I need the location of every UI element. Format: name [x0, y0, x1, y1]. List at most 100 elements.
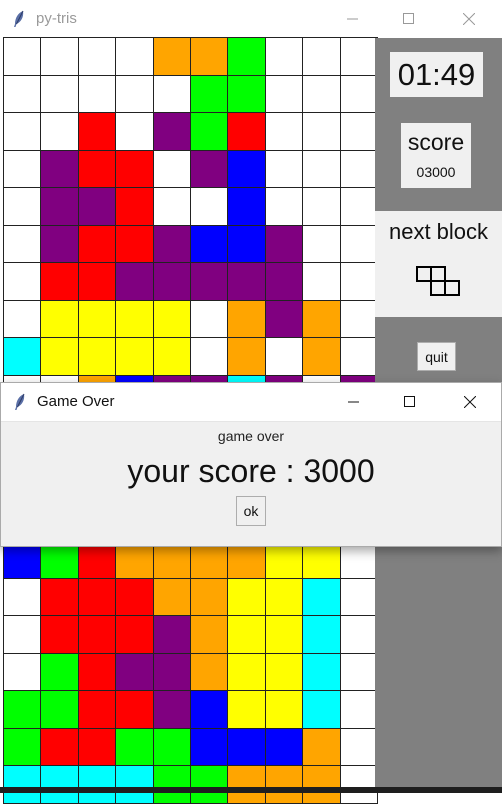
score-value: 03000	[416, 164, 456, 180]
board-cell	[339, 765, 378, 804]
board-cell	[152, 577, 191, 616]
board-cell	[3, 615, 42, 654]
board-cell	[227, 690, 266, 729]
board-cell	[264, 262, 304, 301]
board-cell	[339, 652, 378, 691]
board-cell	[3, 337, 42, 376]
board-cell	[115, 652, 154, 691]
dialog-close-button[interactable]	[447, 383, 493, 421]
board-cell	[190, 690, 229, 729]
board-cell	[77, 690, 117, 729]
board-cell	[77, 262, 117, 301]
board-cell	[302, 262, 341, 301]
board-cell	[302, 37, 341, 76]
board-cell	[227, 112, 266, 151]
next-block-label: next block	[388, 219, 489, 244]
board-cell	[152, 337, 191, 376]
board-cell	[339, 615, 378, 654]
board-cell	[339, 262, 378, 301]
board-cell	[152, 37, 191, 76]
board-cell	[339, 224, 378, 263]
game-over-dialog: Game Over game over your score : 3000 ok	[0, 382, 502, 547]
maximize-icon	[403, 13, 414, 24]
minimize-button[interactable]	[330, 0, 376, 38]
board-cell	[302, 615, 341, 654]
board-cell	[190, 765, 229, 804]
next-block-preview-icon	[416, 266, 460, 296]
window-bottom-edge	[0, 787, 502, 793]
board-cell	[264, 187, 304, 226]
minimize-icon	[348, 401, 359, 403]
board-cell	[302, 727, 341, 766]
board-cell	[190, 112, 229, 151]
board-cell	[302, 74, 341, 113]
board-cell	[3, 765, 42, 804]
board-cell	[190, 337, 229, 376]
board-cell	[302, 224, 341, 263]
board-cell	[40, 74, 79, 113]
board-cell	[190, 37, 229, 76]
board-cell	[339, 299, 378, 338]
board-cell	[302, 337, 341, 376]
close-button[interactable]	[446, 0, 492, 38]
window-title: py-tris	[36, 10, 77, 27]
board-cell	[40, 765, 79, 804]
ok-button[interactable]: ok	[236, 496, 266, 526]
board-cell	[190, 224, 229, 263]
board-cell	[3, 690, 42, 729]
board-cell	[227, 652, 266, 691]
board-cell	[115, 112, 154, 151]
board-cell	[190, 262, 229, 301]
dialog-maximize-button[interactable]	[387, 383, 433, 421]
board-cell	[77, 765, 117, 804]
feather-icon	[15, 393, 25, 410]
board-cell	[152, 187, 191, 226]
board-cell	[190, 615, 229, 654]
board-cell	[227, 149, 266, 188]
board-cell	[77, 299, 117, 338]
next-block-panel: next block	[375, 211, 502, 317]
board-cell	[40, 112, 79, 151]
board-cell	[77, 615, 117, 654]
board-cell	[302, 765, 341, 804]
board-cell	[115, 187, 154, 226]
board-cell	[339, 690, 378, 729]
board-cell	[152, 615, 191, 654]
board-cell	[40, 262, 79, 301]
board-cell	[227, 299, 266, 338]
board-cell	[3, 727, 42, 766]
board-cell	[190, 299, 229, 338]
board-cell	[77, 224, 117, 263]
board-cell	[115, 224, 154, 263]
board-cell	[77, 74, 117, 113]
dialog-minimize-button[interactable]	[331, 383, 377, 421]
board-cell	[3, 299, 42, 338]
board-cell	[227, 74, 266, 113]
board-cell	[339, 112, 378, 151]
board-cell	[227, 615, 266, 654]
board-cell	[339, 74, 378, 113]
feather-icon	[14, 10, 24, 27]
board-cell	[339, 727, 378, 766]
quit-button[interactable]: quit	[417, 342, 456, 371]
board-cell	[264, 37, 304, 76]
board-cell	[152, 74, 191, 113]
board-cell	[115, 577, 154, 616]
board-cell	[77, 577, 117, 616]
board-cell	[152, 224, 191, 263]
board-cell	[264, 112, 304, 151]
board-cell	[40, 299, 79, 338]
dialog-message: game over	[217, 428, 285, 444]
dialog-title-bar: Game Over	[1, 383, 501, 422]
board-cell	[115, 149, 154, 188]
board-cell	[264, 577, 304, 616]
board-cell	[264, 690, 304, 729]
board-cell	[227, 37, 266, 76]
board-cell	[339, 337, 378, 376]
board-cell	[264, 765, 304, 804]
board-cell	[302, 652, 341, 691]
board-cell	[227, 727, 266, 766]
board-cell	[190, 577, 229, 616]
maximize-button[interactable]	[386, 0, 432, 38]
timer-display: 01:49	[390, 52, 483, 97]
